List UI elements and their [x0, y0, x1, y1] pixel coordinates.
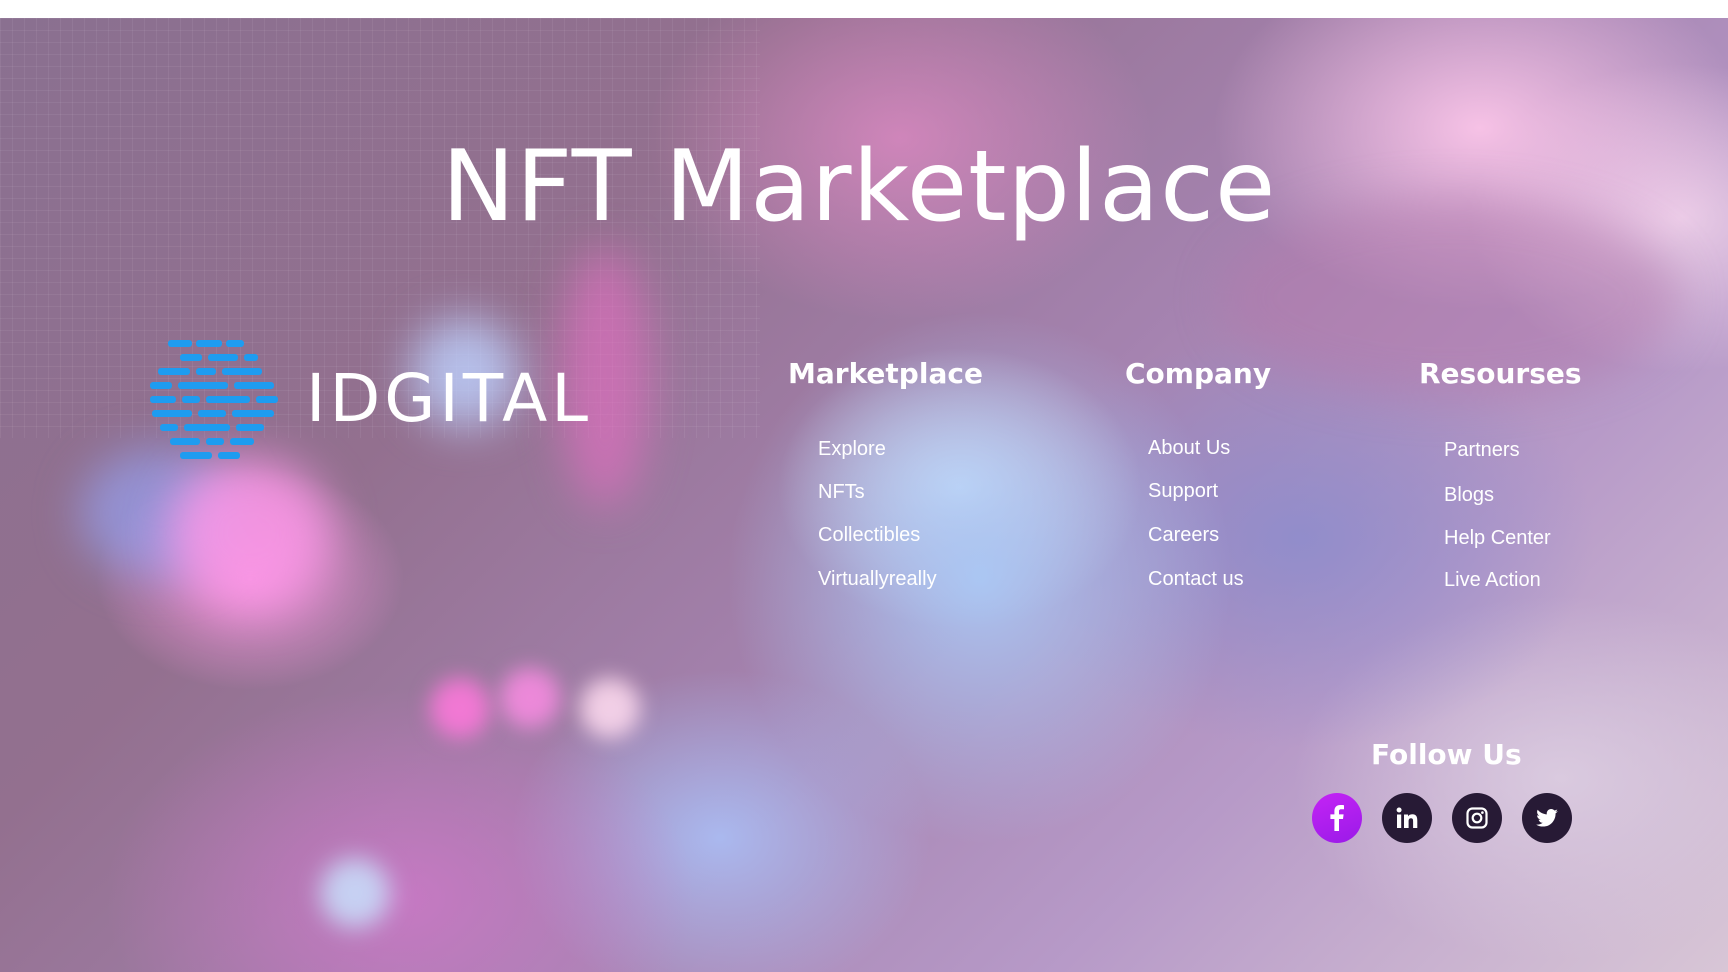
brand-name: IDGITAL [306, 360, 593, 437]
link-help-center[interactable]: Help Center [1444, 527, 1551, 550]
brand-logo[interactable]: IDGITAL [150, 338, 590, 463]
link-collectibles[interactable]: Collectibles [818, 524, 920, 547]
link-careers[interactable]: Careers [1148, 524, 1219, 547]
resources-column: Resourses Partners Blogs Help Center Liv… [1419, 357, 1582, 592]
logo-mark-icon [150, 340, 278, 459]
company-heading: Company [1125, 357, 1272, 390]
background-cube-pink [170, 458, 330, 608]
twitter-button[interactable] [1522, 793, 1572, 843]
company-column: Company About Us Support Careers Contact… [1125, 357, 1272, 591]
background-dot [430, 678, 490, 738]
link-blogs[interactable]: Blogs [1444, 484, 1494, 507]
linkedin-icon [1396, 807, 1418, 828]
marketplace-heading: Marketplace [788, 357, 983, 390]
follow-us-heading: Follow Us [1371, 738, 1522, 771]
background-dot [500, 668, 560, 728]
facebook-icon [1330, 805, 1344, 831]
link-support[interactable]: Support [1148, 480, 1218, 503]
instagram-icon [1466, 807, 1488, 829]
page-title: NFT Marketplace [441, 130, 1277, 244]
link-about-us[interactable]: About Us [1148, 437, 1230, 460]
link-partners[interactable]: Partners [1444, 439, 1520, 462]
link-nfts[interactable]: NFTs [818, 481, 865, 504]
link-virtuallyreally[interactable]: Virtuallyreally [818, 568, 937, 591]
resources-heading: Resourses [1419, 357, 1582, 390]
link-explore[interactable]: Explore [818, 438, 886, 461]
marketplace-column: Marketplace Explore NFTs Collectibles Vi… [788, 357, 983, 591]
linkedin-button[interactable] [1382, 793, 1432, 843]
footer-page: NFT Marketplace IDGITAL Marketplace Expl… [0, 0, 1728, 972]
twitter-icon [1536, 809, 1558, 827]
instagram-button[interactable] [1452, 793, 1502, 843]
link-contact-us[interactable]: Contact us [1148, 568, 1244, 591]
background-dot [320, 858, 390, 928]
background-dot [580, 678, 640, 738]
link-live-action[interactable]: Live Action [1444, 569, 1541, 592]
facebook-button[interactable] [1312, 793, 1362, 843]
